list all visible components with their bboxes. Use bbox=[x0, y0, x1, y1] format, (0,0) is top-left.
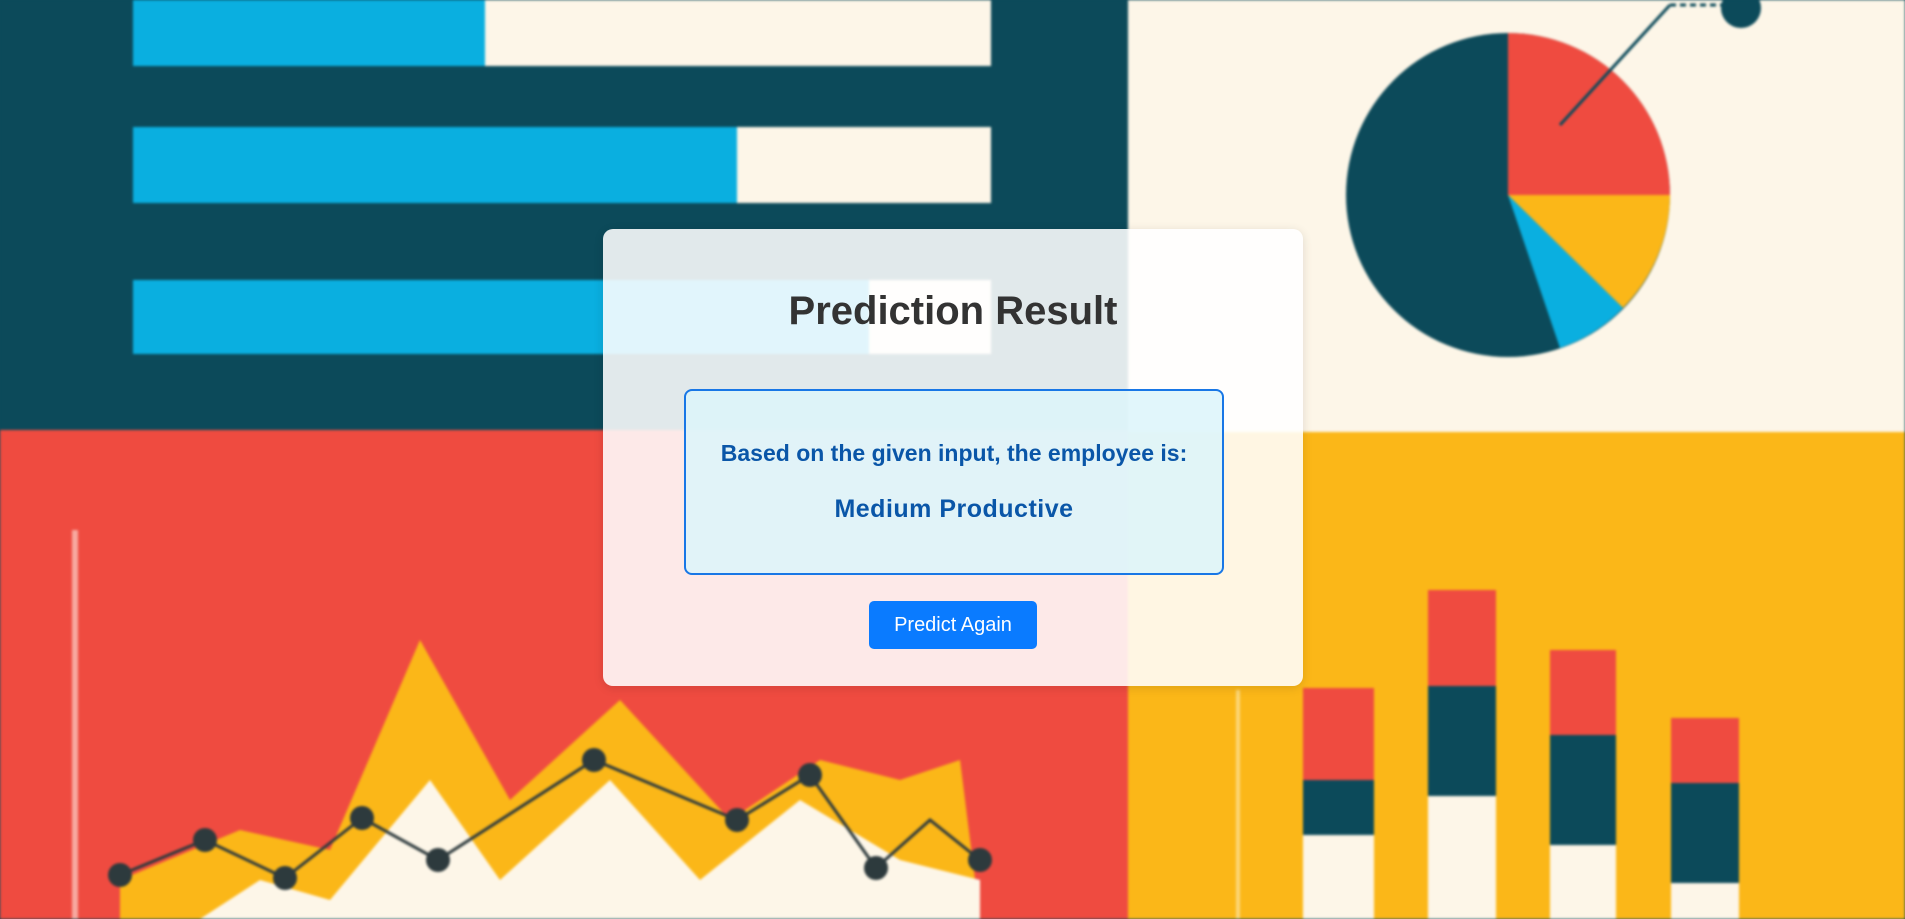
predict-again-button[interactable]: Predict Again bbox=[869, 601, 1037, 649]
result-description: Based on the given input, the employee i… bbox=[720, 440, 1188, 466]
page-title: Prediction Result bbox=[788, 289, 1118, 333]
prediction-result-box: Based on the given input, the employee i… bbox=[684, 389, 1224, 575]
result-card: Prediction Result Based on the given inp… bbox=[603, 229, 1303, 686]
prediction-value: Medium Productive bbox=[834, 495, 1074, 523]
